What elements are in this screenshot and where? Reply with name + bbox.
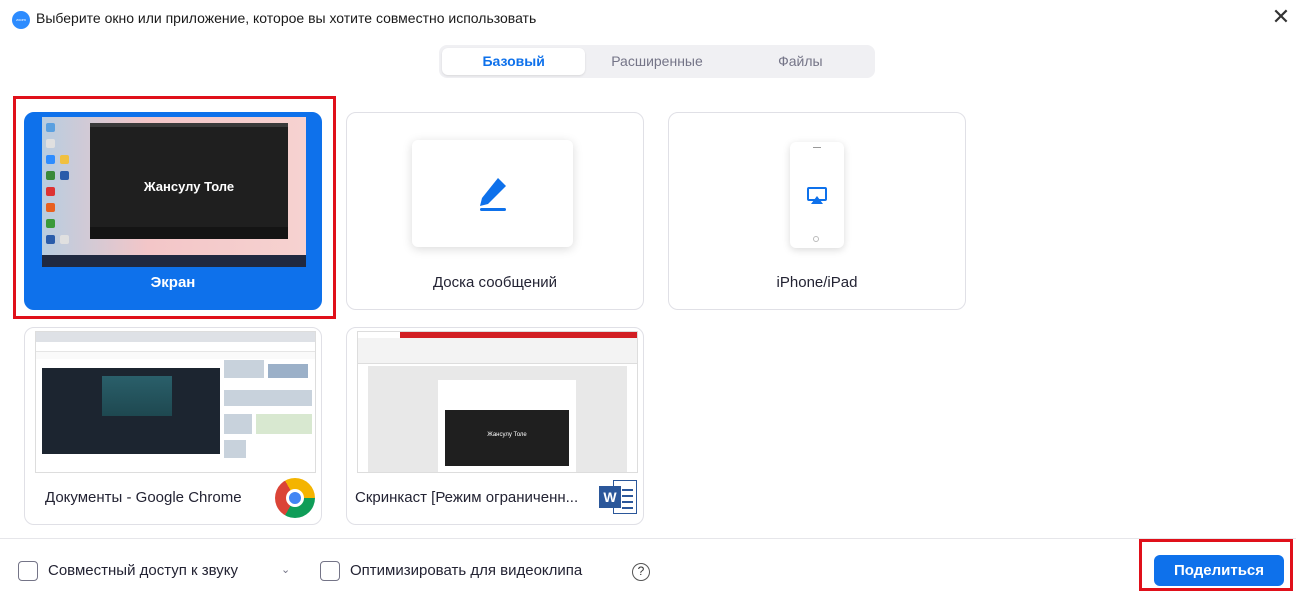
share-option-screen[interactable]: Жансулу Толе Экран xyxy=(24,112,322,310)
share-option-iphone-ipad[interactable]: iPhone/iPad xyxy=(668,112,966,310)
share-option-label: Экран xyxy=(150,274,196,291)
chrome-window-preview xyxy=(35,331,316,473)
phone-speaker xyxy=(813,147,821,148)
word-window-preview: Жансулу Толе xyxy=(357,331,638,473)
share-option-label: Документы - Google Chrome xyxy=(45,489,242,506)
airplay-icon xyxy=(807,187,827,204)
tab-files[interactable]: Файлы xyxy=(729,48,872,75)
title-bar: zoom Выберите окно или приложение, котор… xyxy=(0,0,1296,36)
zoom-app-icon: zoom xyxy=(12,11,30,29)
share-option-label: iPhone/iPad xyxy=(776,274,858,291)
word-ribbon-preview xyxy=(358,338,637,364)
browser-bookmarks-preview xyxy=(36,352,315,359)
word-page-preview: Жансулу Толе xyxy=(438,380,576,472)
share-button[interactable]: Поделиться xyxy=(1154,555,1284,586)
zoom-meeting-window-preview: Жансулу Толе xyxy=(90,123,288,239)
card-footer: Скринкаст [Режим ограниченн... W xyxy=(347,472,643,524)
participant-name: Жансулу Толе xyxy=(143,179,235,194)
share-option-label: Доска сообщений xyxy=(432,274,558,291)
share-audio-checkbox[interactable] xyxy=(18,561,38,581)
share-option-chrome-window[interactable]: Документы - Google Chrome xyxy=(24,327,322,525)
chrome-logo-icon xyxy=(275,478,315,518)
chevron-down-icon[interactable]: ⌄ xyxy=(281,563,290,576)
footer-divider xyxy=(0,538,1296,539)
phone-tile xyxy=(790,142,844,248)
pencil-icon xyxy=(480,178,506,211)
meeting-toolbar-preview xyxy=(90,227,288,239)
word-document-area-preview: Жансулу Толе xyxy=(368,366,627,472)
embedded-participant-name: Жансулу Толе xyxy=(487,432,527,438)
whiteboard-tile xyxy=(412,140,573,247)
browser-tabs-preview xyxy=(36,332,315,342)
share-option-whiteboard[interactable]: Доска сообщений xyxy=(346,112,644,310)
embedded-screenshot-preview: Жансулу Толе xyxy=(445,410,569,466)
share-option-label: Скринкаст [Режим ограниченн... xyxy=(355,489,579,506)
share-screen-dialog: zoom Выберите окно или приложение, котор… xyxy=(0,0,1296,593)
tab-basic[interactable]: Базовый xyxy=(442,48,586,75)
optimize-video-checkbox[interactable] xyxy=(320,561,340,581)
share-audio-label: Совместный доступ к звуку xyxy=(48,562,239,579)
screen-preview: Жансулу Толе xyxy=(42,117,306,267)
close-icon[interactable]: ✕ xyxy=(1270,6,1292,28)
sidebar-preview xyxy=(224,360,315,460)
phone-home-button xyxy=(813,236,819,242)
tab-advanced[interactable]: Расширенные xyxy=(585,48,728,75)
word-logo-icon: W xyxy=(599,480,637,514)
window-title: Выберите окно или приложение, которое вы… xyxy=(36,10,537,26)
help-icon[interactable]: ? xyxy=(632,563,650,581)
card-footer: Документы - Google Chrome xyxy=(25,472,321,524)
optimize-video-label: Оптимизировать для видеоклипа xyxy=(350,562,583,579)
browser-urlbar-preview xyxy=(36,342,315,352)
video-editor-preview xyxy=(42,368,220,454)
video-player-preview xyxy=(102,376,172,416)
share-tabs: Базовый Расширенные Файлы xyxy=(439,45,875,78)
share-option-word-window[interactable]: Жансулу Толе Скринкаст [Режим ограниченн… xyxy=(346,327,644,525)
desktop-icons xyxy=(44,119,86,255)
